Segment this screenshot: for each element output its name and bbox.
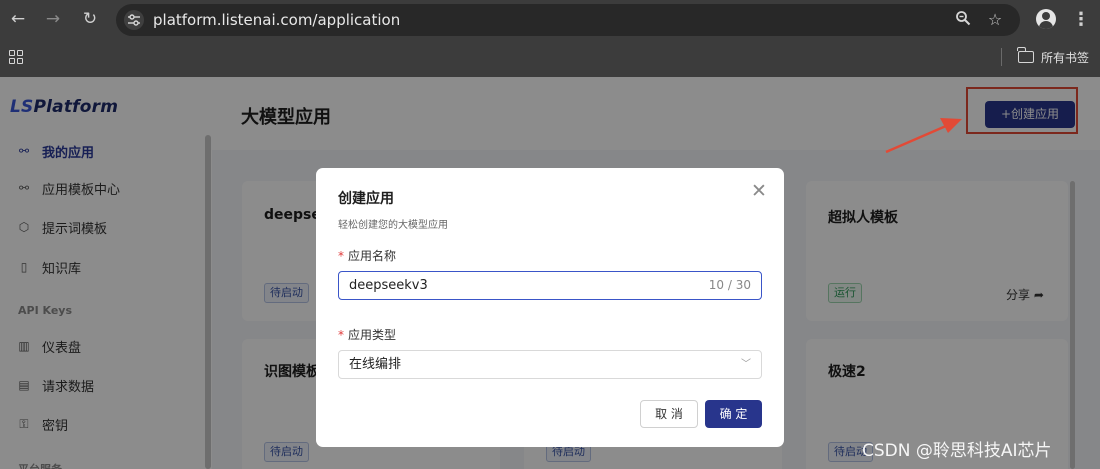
annotation-arrow: [885, 118, 962, 154]
watermark: CSDN @聆思科技AI芯片: [862, 441, 1052, 461]
